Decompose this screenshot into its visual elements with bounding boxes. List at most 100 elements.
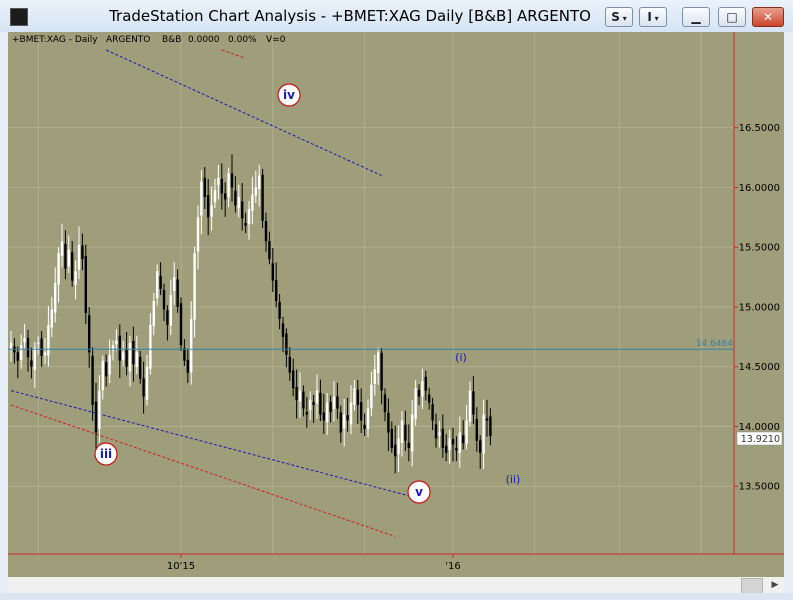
close-button[interactable]: ✕ [752,7,784,27]
price-chart[interactable]: 14.6464 16.5000 16.0000 15.5000 15.0000 14.5… [8,32,784,577]
price-bar-body [339,412,342,433]
chevron-down-icon: ▾ [619,14,627,23]
price-bar-body [251,194,254,211]
price-bar-body [434,424,438,439]
price-bar-body [482,414,485,454]
price-bar-body [30,360,33,367]
price-bar-body [57,253,60,285]
wave-ii-minor-label[interactable]: (ii) [506,473,521,486]
price-bar-body [465,420,468,444]
price-bar-body [88,315,91,353]
header-study: B&B [162,35,181,45]
price-bar-body [322,412,325,421]
price-bar-body [98,390,101,430]
price-bar-body [441,428,444,448]
price-bar-body [142,378,145,397]
wave-v-marker[interactable]: v [407,480,431,504]
price-bar-body [305,412,308,415]
price-bar-body [268,241,271,260]
price-bar-body [489,416,492,437]
price-bar-body [26,338,30,358]
price-bar-body [207,195,210,218]
price-bar-body [428,394,431,403]
price-bar-body [50,309,53,328]
scroll-thumb[interactable] [741,578,763,594]
horizontal-scrollbar[interactable]: ▶ [8,577,784,594]
price-bar-body [122,352,125,360]
price-tick-label: 16.5000 [739,123,780,134]
price-bar-body [149,324,152,369]
symbol-menu-label: S [611,10,620,24]
price-bar-body [33,347,36,370]
price-tick-label: 14.5000 [739,362,780,373]
price-bar-body [343,414,346,429]
price-bar-body [295,387,298,401]
chart-area[interactable]: 14.6464 16.5000 16.0000 15.5000 15.0000 14.5… [8,32,784,577]
price-bar-body [145,366,149,400]
header-name: ARGENTO [106,35,150,45]
symbol-menu-button[interactable]: S ▾ [605,7,633,27]
price-bar-body [431,404,434,421]
wave-iv-marker[interactable]: iv [277,83,301,107]
price-bar-body [400,420,404,444]
price-bar-body [125,349,128,367]
header-change: 0.0000 [188,35,220,45]
price-bar-body [332,396,336,410]
price-bar-body [281,323,285,337]
price-bar-body [445,445,448,453]
price-bar-body [118,335,121,361]
price-bar-body [261,174,264,221]
minimize-button[interactable]: ▁ [682,7,710,27]
price-bar-body [135,352,138,367]
price-bar-body [16,352,19,361]
price-bar-body [241,201,244,219]
time-tick-label: 10'15 [167,561,195,572]
price-bar-body [176,279,179,307]
price-bar-body [20,345,23,360]
maximize-button[interactable]: □ [718,7,746,27]
price-bar-body [278,301,281,319]
price-bar-body [258,175,261,189]
window-title: TradeStation Chart Analysis - +BMET:XAG … [109,7,591,25]
price-bar-body [84,255,87,313]
price-bar-body [132,340,135,365]
price-bar-body [91,355,94,405]
price-bar-body [247,208,251,225]
time-tick-label: '16 [445,561,460,572]
price-tick-label: 15.0000 [739,302,780,313]
price-bar-body [315,390,319,404]
price-bar-body [455,448,458,451]
price-bar-body [23,338,26,343]
price-bar-body [37,342,40,344]
scroll-right-icon[interactable]: ▶ [768,577,782,593]
indicator-menu-button[interactable]: I ▾ [639,7,667,27]
price-bar-body [288,356,291,373]
price-bar-body [421,381,424,397]
price-bar-body [40,338,43,356]
price-bar-body [275,280,278,301]
price-bar-body [237,197,240,209]
minimize-icon: ▁ [691,10,701,24]
price-bar-body [210,205,213,217]
price-bar-body [254,187,257,196]
wave-iv-label: iv [283,88,295,102]
price-bar-body [60,241,64,256]
window-frame-bottom [0,593,793,600]
price-bar-body [244,222,247,226]
price-bar-body [397,438,400,454]
price-bar-body [77,244,81,270]
price-bar-body [390,428,393,448]
wave-i-minor-label[interactable]: (i) [455,351,467,364]
price-bar-body [264,221,268,242]
price-bar-body [128,342,132,372]
price-bar-body [366,408,370,430]
header-symbol: +BMET:XAG - Daily [12,35,98,45]
price-bar-body [302,391,305,409]
price-bar-body [190,318,193,373]
price-bar-body [336,396,339,409]
wave-iii-marker[interactable]: iii [94,442,118,466]
price-bar-body [152,300,155,327]
horizontal-line-label: 14.6464 [696,339,733,349]
price-bar-body [462,435,465,444]
price-bar-body [479,440,482,453]
